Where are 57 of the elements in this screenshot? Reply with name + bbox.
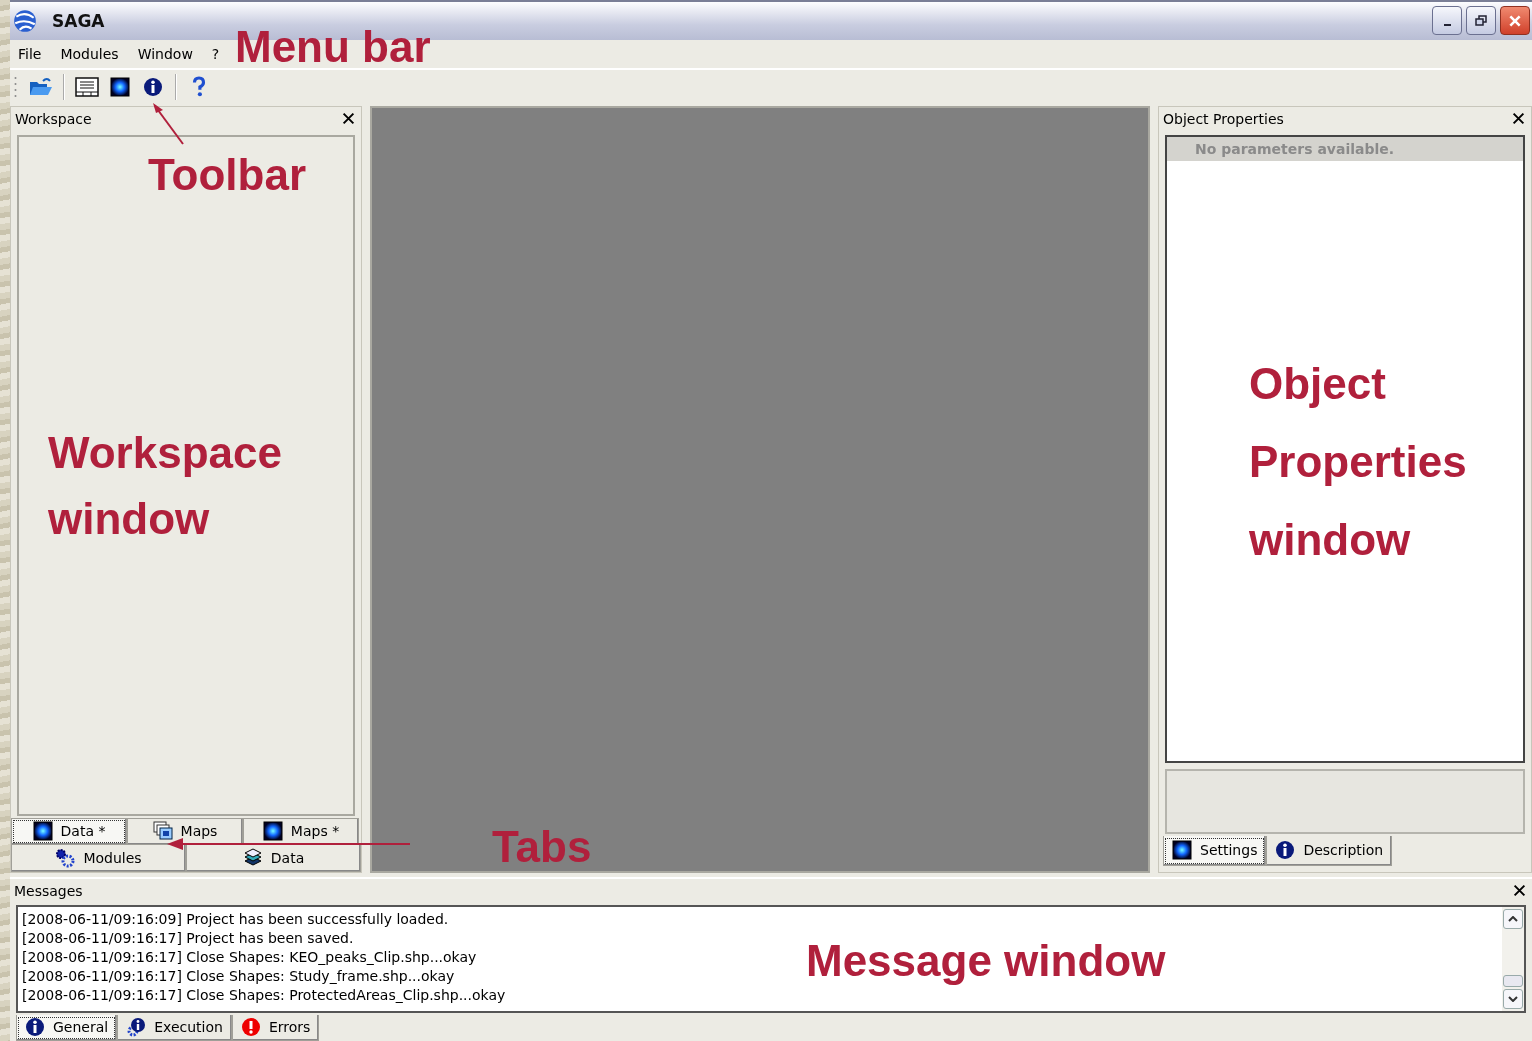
close-icon[interactable] bbox=[342, 112, 355, 126]
menu-item[interactable]: File bbox=[18, 43, 42, 64]
grip-icon bbox=[14, 74, 17, 99]
globe-icon bbox=[12, 7, 38, 34]
restore-button[interactable] bbox=[1466, 6, 1496, 36]
tab[interactable]: General bbox=[16, 1015, 118, 1041]
minimize-button[interactable] bbox=[1432, 6, 1462, 36]
glow-square-icon bbox=[262, 821, 283, 842]
tab[interactable]: Execution bbox=[117, 1015, 232, 1041]
info-icon bbox=[1275, 840, 1296, 861]
menu-item[interactable]: Window bbox=[137, 43, 193, 64]
log-line: [2008-06-11/09:16:17] Close Shapes: Study_frame.shp...okay bbox=[22, 967, 455, 986]
minimize-icon bbox=[1443, 23, 1451, 26]
log-line: [2008-06-11/09:16:09] Project has been successfully loaded. bbox=[22, 910, 449, 929]
glow-square-icon bbox=[1172, 840, 1192, 861]
menu-item[interactable]: Modules bbox=[60, 43, 119, 64]
annotation-label: Message window bbox=[806, 936, 1166, 986]
window-title: SAGA bbox=[52, 10, 105, 31]
restore-icon bbox=[1475, 14, 1487, 27]
layers-icon bbox=[242, 848, 263, 868]
glow-square-icon bbox=[32, 821, 53, 842]
annotation-label: Workspace window bbox=[48, 427, 282, 545]
annotation-label: Menu bar bbox=[235, 22, 431, 72]
scrollbar[interactable] bbox=[1502, 907, 1524, 1011]
tab[interactable]: Maps bbox=[127, 818, 243, 845]
tab[interactable]: Errors bbox=[231, 1015, 320, 1041]
close-button[interactable] bbox=[1500, 6, 1530, 36]
annotation-arrow bbox=[151, 102, 185, 146]
glow-square-icon bbox=[110, 76, 130, 97]
tab[interactable]: Description bbox=[1266, 836, 1393, 866]
close-icon bbox=[1508, 13, 1522, 28]
menu-item[interactable]: ? bbox=[211, 43, 220, 64]
close-icon[interactable] bbox=[1512, 112, 1525, 126]
notice-text: No parameters available. bbox=[1167, 136, 1523, 161]
annotation-label: Tabs bbox=[492, 822, 592, 872]
panel-title: Object Properties bbox=[1163, 110, 1284, 127]
log-line: [2008-06-11/09:16:17] Project has been saved. bbox=[22, 929, 354, 948]
info-icon bbox=[143, 76, 163, 97]
log-line: [2008-06-11/09:16:17] Close Shapes: KEO_peaks_Clip.shp...okay bbox=[22, 948, 477, 967]
error-icon bbox=[240, 1017, 261, 1038]
gears-icon bbox=[55, 848, 76, 868]
log-line: [2008-06-11/09:16:17] Close Shapes: ProtectedAreas_Clip.shp...okay bbox=[22, 986, 506, 1005]
annotation-label: Toolbar bbox=[148, 150, 307, 200]
panel-title: Workspace bbox=[15, 110, 92, 127]
tab[interactable]: Maps * bbox=[243, 818, 359, 845]
scroll-thumb[interactable] bbox=[1503, 975, 1523, 987]
tab[interactable]: Modules bbox=[11, 845, 186, 872]
panel-title: Messages bbox=[14, 883, 83, 899]
tab[interactable]: Data * bbox=[11, 818, 127, 845]
close-icon[interactable] bbox=[1513, 884, 1526, 898]
annotation-label: Object Properties window bbox=[1249, 358, 1467, 566]
tab[interactable]: Settings bbox=[1163, 836, 1267, 866]
tab[interactable]: Data bbox=[186, 845, 361, 872]
windows-icon bbox=[152, 821, 173, 842]
info-icon bbox=[25, 1017, 45, 1038]
question-mark-icon bbox=[190, 75, 208, 98]
info-gear-icon bbox=[126, 1017, 147, 1038]
